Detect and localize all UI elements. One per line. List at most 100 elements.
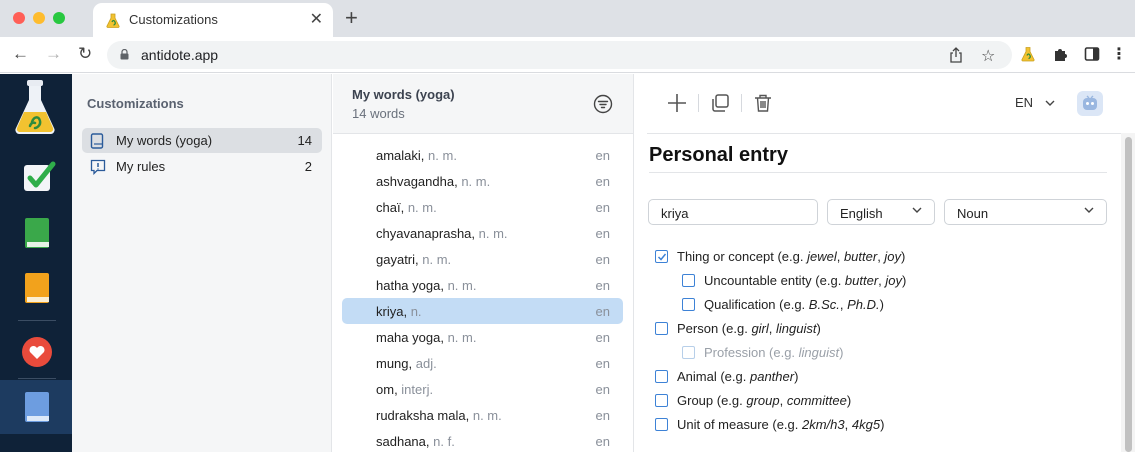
url-text: antidote.app xyxy=(141,47,219,63)
checkbox[interactable] xyxy=(682,298,695,311)
word-list-item[interactable]: chaï, n. m. en xyxy=(342,194,623,220)
rail-favorites[interactable] xyxy=(0,330,72,374)
word-text: maha yoga, n. m. xyxy=(376,330,477,345)
word-list-item[interactable]: rudraksha mala, n. m. en xyxy=(342,402,623,428)
share-icon[interactable] xyxy=(949,47,963,63)
reload-icon[interactable]: ↻ xyxy=(78,44,92,64)
word-list-title: My words (yoga) xyxy=(352,87,455,102)
sidebar-item-my-words[interactable]: My words (yoga) 14 xyxy=(82,128,322,153)
title-divider xyxy=(649,172,1107,173)
word-list-item[interactable]: ashvagandha, n. m. en xyxy=(342,168,623,194)
toolbar-divider xyxy=(741,94,742,112)
sidebar-item-count: 14 xyxy=(297,133,312,148)
forward-icon[interactable]: → xyxy=(45,44,62,64)
checkbox[interactable] xyxy=(655,370,668,383)
chevron-down-icon xyxy=(1045,100,1055,106)
rail-guides[interactable] xyxy=(0,265,72,309)
word-text: kriya, n. xyxy=(376,304,422,319)
category-label: Thing or concept (e.g. jewel, butter, jo… xyxy=(677,249,906,264)
word-list-item[interactable]: gayatri, n. m. en xyxy=(342,246,623,272)
word-list-item[interactable]: kriya, n. en xyxy=(342,298,623,324)
word-language: en xyxy=(595,252,610,267)
word-list-item[interactable]: om, interj. en xyxy=(342,376,623,402)
extensions-puzzle-icon[interactable] xyxy=(1052,46,1068,62)
word-grammar: n. f. xyxy=(433,434,455,449)
word-language: en xyxy=(595,408,610,423)
word-grammar: n. m. xyxy=(428,148,457,163)
word-input[interactable]: kriya xyxy=(648,199,818,225)
word-language: en xyxy=(595,174,610,189)
check-icon xyxy=(24,161,56,191)
word-headword: maha yoga xyxy=(376,330,441,345)
rail-corrector[interactable] xyxy=(0,154,72,198)
minimize-window-button[interactable] xyxy=(33,12,45,24)
browser-toolbar: ← → ↻ antidote.app ☆ ⋮ xyxy=(0,37,1135,73)
maximize-window-button[interactable] xyxy=(53,12,65,24)
word-list-item[interactable]: mung, adj. en xyxy=(342,350,623,376)
word-list-item[interactable]: sadhana, n. f. en xyxy=(342,428,623,452)
checkbox[interactable] xyxy=(682,274,695,287)
checkbox[interactable] xyxy=(655,394,668,407)
address-bar[interactable]: antidote.app ☆ xyxy=(107,41,1012,69)
trash-icon[interactable] xyxy=(753,93,773,113)
add-icon[interactable] xyxy=(667,93,687,113)
close-window-button[interactable] xyxy=(13,12,25,24)
lock-icon xyxy=(120,49,129,60)
word-language: en xyxy=(595,434,610,449)
word-headword: chaï xyxy=(376,200,401,215)
word-text: gayatri, n. m. xyxy=(376,252,452,267)
back-icon[interactable]: ← xyxy=(12,44,29,64)
rail-customizations[interactable] xyxy=(0,380,72,434)
word-grammar: n. m. xyxy=(407,200,437,215)
language-select[interactable]: English xyxy=(827,199,935,225)
word-headword: ashvagandha xyxy=(376,174,455,189)
side-panel-icon[interactable] xyxy=(1084,46,1100,62)
browser-menu-icon[interactable]: ⋮ xyxy=(1111,44,1127,64)
word-language: en xyxy=(595,356,610,371)
orange-book-icon xyxy=(25,273,49,303)
browser-tab[interactable]: Customizations ✕ xyxy=(93,3,333,37)
antidote-flask-icon xyxy=(15,80,55,135)
word-grammar: n. m. xyxy=(461,174,491,189)
checkbox xyxy=(682,346,695,359)
filter-icon[interactable] xyxy=(593,94,613,114)
word-list-item[interactable]: amalaki, n. m. en xyxy=(342,142,623,168)
word-grammar: interj. xyxy=(401,382,434,397)
language-select-value: English xyxy=(840,206,883,221)
entry-detail-panel: EN Personal entry kriya English Noun Thi… xyxy=(635,74,1135,452)
sidebar-title: Customizations xyxy=(87,96,184,111)
checkbox[interactable] xyxy=(655,322,668,335)
duplicate-icon[interactable] xyxy=(710,93,730,113)
word-input-value: kriya xyxy=(661,206,689,221)
word-headword: kriya xyxy=(376,304,404,319)
word-grammar: adj. xyxy=(415,356,437,371)
book-icon xyxy=(90,133,104,149)
checkbox-checked[interactable] xyxy=(655,250,668,263)
category-label: Group (e.g. group, committee) xyxy=(677,393,852,408)
bookmark-star-icon[interactable]: ☆ xyxy=(981,46,995,66)
customizations-sidebar: Customizations My words (yoga) 14 My rul… xyxy=(72,74,332,452)
word-list-item[interactable]: hatha yoga, n. m. en xyxy=(342,272,623,298)
green-book-icon xyxy=(25,218,49,248)
category-label: Animal (e.g. panther) xyxy=(677,369,799,384)
tab-title: Customizations xyxy=(129,12,218,27)
close-tab-icon[interactable]: ✕ xyxy=(310,9,323,29)
new-tab-icon[interactable]: + xyxy=(345,7,358,29)
sidebar-item-my-rules[interactable]: My rules 2 xyxy=(82,154,322,179)
avatar[interactable] xyxy=(1077,91,1103,116)
rail-dictionaries[interactable] xyxy=(0,210,72,254)
antidote-extension-icon[interactable] xyxy=(1021,46,1035,62)
word-grammar: n. m. xyxy=(422,252,452,267)
word-list-item[interactable]: chyavanaprasha, n. m. en xyxy=(342,220,623,246)
toolbar-divider xyxy=(698,94,699,112)
browser-tab-bar: Customizations ✕ + xyxy=(0,0,1135,37)
antidote-logo[interactable] xyxy=(0,74,72,144)
part-of-speech-select[interactable]: Noun xyxy=(944,199,1107,225)
word-grammar: n. m. xyxy=(447,278,477,293)
category-label: Uncountable entity (e.g. butter, joy) xyxy=(704,273,907,288)
checkbox[interactable] xyxy=(655,418,668,431)
word-list-item[interactable]: maha yoga, n. m. en xyxy=(342,324,623,350)
language-selector[interactable]: EN xyxy=(1015,95,1055,110)
toolbar-divider xyxy=(647,133,1125,134)
scrollbar-thumb[interactable] xyxy=(1125,137,1132,452)
